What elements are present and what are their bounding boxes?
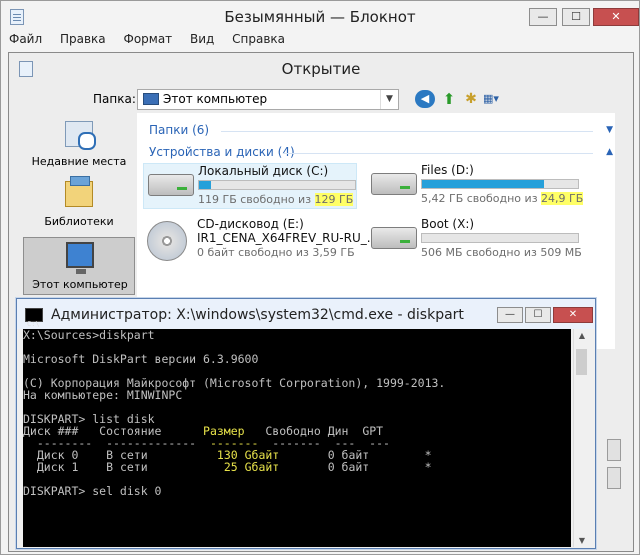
nav-this-pc[interactable]: Этот компьютер xyxy=(23,237,135,295)
group-divider xyxy=(283,153,593,154)
console-lines: X:\Sources>diskpart Microsoft DiskPart в… xyxy=(23,329,446,426)
cmd-title: Администратор: X:\windows\system32\cmd.e… xyxy=(51,307,464,323)
drive-usage-bar xyxy=(421,179,579,189)
close-icon[interactable]: ✕ xyxy=(553,307,593,323)
drive-e[interactable]: CD-дисковод (E:) IR1_CENA_X64FREV_RU-RU_… xyxy=(143,217,378,263)
drive-usage-fill xyxy=(199,181,212,189)
cd-drive-icon xyxy=(147,221,187,261)
drive-usage-fill xyxy=(422,180,544,188)
row1-size: 25 Gбайт xyxy=(223,460,280,474)
hard-drive-icon xyxy=(371,227,417,249)
dialog-side-button[interactable] xyxy=(607,439,621,461)
console-icon xyxy=(25,308,43,340)
this-pc-icon xyxy=(66,242,94,274)
recent-places-icon xyxy=(65,121,96,150)
console-output[interactable]: X:\Sources>diskpart Microsoft DiskPart в… xyxy=(23,329,571,547)
libraries-icon xyxy=(65,176,93,207)
th-disk: Диск ### xyxy=(23,424,79,438)
maximize-icon[interactable]: ☐ xyxy=(562,8,590,26)
places-bar: Недавние места Библиотеки Этот компьютер xyxy=(17,113,135,309)
view-menu-icon[interactable]: ▦▾ xyxy=(483,90,511,108)
drive-info: 506 МБ свободно из 509 МБ xyxy=(421,246,582,259)
menu-file[interactable]: Файл xyxy=(1,31,48,47)
new-folder-icon[interactable]: ✱ xyxy=(461,90,481,108)
drive-d[interactable]: Files (D:) 5,42 ГБ свободно из 24,9 ГБ xyxy=(367,163,584,209)
computer-icon xyxy=(143,93,159,105)
drive-info: 5,42 ГБ свободно из 24,9 ГБ xyxy=(421,192,584,205)
drive-volume-label: IR1_CENA_X64FREV_RU-RU_... xyxy=(197,231,379,245)
dialog-title-bar[interactable]: Открытие xyxy=(9,53,633,85)
menu-edit[interactable]: Правка xyxy=(52,31,112,47)
notepad-menu-bar: Файл Правка Формат Вид Справка xyxy=(1,31,639,49)
menu-format[interactable]: Формат xyxy=(115,31,178,47)
th-free: Свободно xyxy=(265,424,321,438)
nav-label: Библиотеки xyxy=(44,215,114,228)
hard-drive-icon xyxy=(148,174,194,196)
document-icon xyxy=(19,61,33,77)
drive-name: Локальный диск (C:) xyxy=(198,164,329,178)
cmd-window: Администратор: X:\windows\system32\cmd.e… xyxy=(16,298,596,549)
drive-usage-bar xyxy=(198,180,356,190)
drive-info: 0 байт свободно из 3,59 ГБ xyxy=(197,246,355,259)
cmd-title-bar[interactable]: Администратор: X:\windows\system32\cmd.e… xyxy=(17,299,595,340)
chevron-down-icon[interactable]: ▼ xyxy=(380,90,398,109)
scroll-down-icon[interactable]: ▼ xyxy=(574,536,590,545)
menu-help[interactable]: Справка xyxy=(224,31,291,47)
folder-value: Этот компьютер xyxy=(163,92,268,106)
group-folders[interactable]: Папки (6) xyxy=(149,123,209,137)
drive-x[interactable]: Boot (X:) 506 МБ свободно из 509 МБ xyxy=(367,217,582,263)
nav-recent-places[interactable]: Недавние места xyxy=(23,117,135,173)
highlight: 129 ГБ xyxy=(314,193,354,206)
minimize-icon[interactable]: — xyxy=(497,307,523,323)
row1-gpt: * xyxy=(424,460,432,474)
nav-label: Этот компьютер xyxy=(32,278,128,291)
chevron-up-icon[interactable]: ▲ xyxy=(606,147,613,157)
drive-usage-bar xyxy=(421,233,579,243)
row1-state: В сети xyxy=(106,460,148,474)
drive-info: 119 ГБ свободно из 129 ГБ xyxy=(198,193,354,206)
row1-disk: Диск 1 xyxy=(36,460,79,474)
dialog-title: Открытие xyxy=(281,60,361,78)
row1-free: 0 байт xyxy=(327,460,370,474)
th-dyn: Дин xyxy=(327,424,349,438)
highlight: 24,9 ГБ xyxy=(541,192,584,205)
minimize-icon[interactable]: — xyxy=(529,8,557,26)
scroll-thumb[interactable] xyxy=(576,349,587,375)
back-icon[interactable]: ◀ xyxy=(415,90,435,108)
disk-table: Диск ### Состояние Размер Свободно Дин G… xyxy=(23,424,432,498)
drive-name: CD-дисковод (E:) xyxy=(197,217,304,231)
dialog-side-button[interactable] xyxy=(607,467,621,489)
drive-c[interactable]: Локальный диск (C:) 119 ГБ свободно из 1… xyxy=(143,163,357,209)
scroll-up-icon[interactable]: ▲ xyxy=(574,331,590,340)
up-folder-icon[interactable]: ⬆ xyxy=(439,90,459,108)
drive-name: Files (D:) xyxy=(421,163,474,177)
console-scrollbar[interactable]: ▲ ▼ xyxy=(573,329,589,547)
last-command: DISKPART> sel disk 0 xyxy=(23,484,162,498)
group-divider xyxy=(221,131,593,132)
th-gpt: GPT xyxy=(362,424,384,438)
maximize-icon[interactable]: ☐ xyxy=(525,307,551,323)
folder-label: Папка: xyxy=(93,92,136,106)
th-state: Состояние xyxy=(99,424,162,438)
nav-libraries[interactable]: Библиотеки xyxy=(23,176,135,233)
hard-drive-icon xyxy=(371,173,417,195)
drive-name: Boot (X:) xyxy=(421,217,475,231)
folder-select[interactable]: Этот компьютер ▼ xyxy=(137,89,399,110)
close-icon[interactable]: ✕ xyxy=(593,8,639,26)
nav-label: Недавние места xyxy=(31,155,127,168)
notepad-title-bar[interactable]: Безымянный — Блокнот — ☐ ✕ xyxy=(1,1,639,31)
notepad-title: Безымянный — Блокнот xyxy=(224,8,416,26)
menu-view[interactable]: Вид xyxy=(182,31,220,47)
group-drives[interactable]: Устройства и диски (4) xyxy=(149,145,295,159)
notepad-icon xyxy=(10,9,24,25)
chevron-down-icon[interactable]: ▼ xyxy=(606,125,613,135)
